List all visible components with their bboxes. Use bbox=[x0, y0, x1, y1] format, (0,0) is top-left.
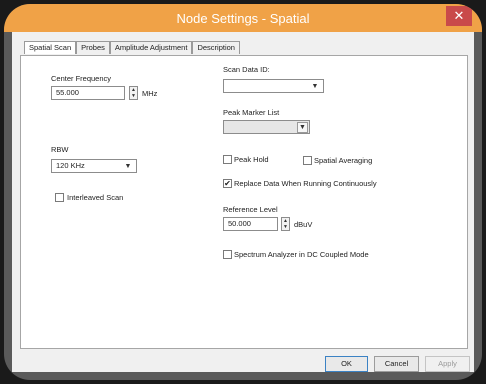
spin-down-icon[interactable]: ▼ bbox=[130, 93, 137, 99]
center-frequency-input[interactable]: 55.000 bbox=[51, 86, 125, 100]
title-bar: Node Settings - Spatial ✕ bbox=[4, 4, 482, 32]
replace-data-checkbox[interactable]: ✔ bbox=[223, 179, 232, 188]
apply-button[interactable]: Apply bbox=[425, 356, 470, 372]
scan-data-id-label: Scan Data ID: bbox=[223, 65, 270, 74]
rbw-dropdown[interactable]: 120 KHz ▼ bbox=[51, 159, 137, 173]
window-title: Node Settings - Spatial bbox=[176, 10, 310, 26]
dialog-client: Spatial Scan Probes Amplitude Adjustment… bbox=[12, 32, 474, 372]
tab-spatial-scan[interactable]: Spatial Scan bbox=[24, 41, 77, 54]
spatial-averaging-label: Spatial Averaging bbox=[314, 156, 373, 165]
replace-data-label: Replace Data When Running Continuously bbox=[234, 179, 377, 188]
ok-button[interactable]: OK bbox=[325, 356, 368, 372]
dc-coupled-checkbox[interactable] bbox=[223, 250, 232, 259]
peak-hold-checkbox[interactable] bbox=[223, 155, 232, 164]
interleaved-scan-label: Interleaved Scan bbox=[67, 193, 124, 202]
rbw-value: 120 KHz bbox=[56, 161, 85, 170]
center-frequency-label: Center Frequency bbox=[51, 74, 112, 83]
rbw-label: RBW bbox=[51, 145, 69, 154]
dc-coupled-label: Spectrum Analyzer in DC Coupled Mode bbox=[234, 250, 369, 259]
reference-level-unit: dBuV bbox=[294, 220, 313, 229]
reference-level-spinner[interactable]: ▲ ▼ bbox=[281, 217, 290, 231]
spatial-averaging-checkbox[interactable] bbox=[303, 156, 312, 165]
tab-description[interactable]: Description bbox=[192, 41, 240, 54]
interleaved-scan-checkbox[interactable] bbox=[55, 193, 64, 202]
tab-probes[interactable]: Probes bbox=[76, 41, 110, 54]
tab-strip: Spatial Scan Probes Amplitude Adjustment… bbox=[24, 41, 240, 54]
reference-level-input[interactable]: 50.000 bbox=[223, 217, 278, 231]
center-frequency-spinner[interactable]: ▲ ▼ bbox=[129, 86, 138, 100]
chevron-down-icon: ▼ bbox=[311, 83, 319, 90]
scan-data-id-dropdown[interactable]: ▼ bbox=[223, 79, 324, 93]
spin-down-icon[interactable]: ▼ bbox=[282, 224, 289, 230]
close-button[interactable]: ✕ bbox=[446, 6, 472, 26]
reference-level-label: Reference Level bbox=[223, 205, 278, 214]
chevron-down-icon[interactable]: ▼ bbox=[297, 122, 308, 133]
dialog-frame: Node Settings - Spatial ✕ Spatial Scan P… bbox=[4, 4, 482, 380]
peak-marker-list-label: Peak Marker List bbox=[223, 108, 280, 117]
peak-hold-label: Peak Hold bbox=[234, 155, 269, 164]
tab-amplitude-adjustment[interactable]: Amplitude Adjustment bbox=[109, 41, 193, 54]
spatial-scan-page: Center Frequency 55.000 ▲ ▼ MHz RBW 120 … bbox=[20, 55, 468, 349]
center-frequency-unit: MHz bbox=[142, 89, 158, 98]
peak-marker-list-dropdown[interactable]: ▼ bbox=[223, 120, 310, 134]
chevron-down-icon: ▼ bbox=[124, 163, 132, 170]
cancel-button[interactable]: Cancel bbox=[374, 356, 419, 372]
